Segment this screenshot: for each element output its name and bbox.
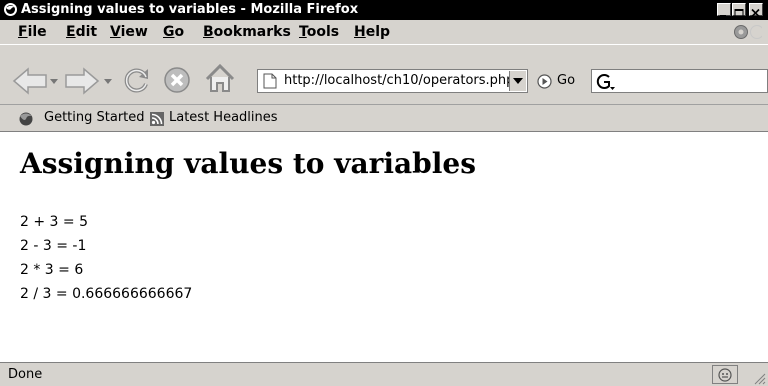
close-icon (751, 8, 760, 18)
back-dropdown-icon[interactable] (50, 77, 58, 85)
menu-file[interactable]: File (18, 24, 47, 40)
firefox-icon (19, 112, 33, 126)
rss-feed-icon (150, 112, 164, 126)
chevron-down-icon (513, 78, 523, 84)
go-icon[interactable] (537, 74, 552, 89)
close-button[interactable] (749, 3, 763, 18)
browser-window: Assigning values to variables - Mozilla … (0, 0, 768, 386)
menu-bar: File Edit View Go Bookmarks Tools Help (0, 20, 768, 44)
go-button[interactable]: Go (557, 73, 575, 89)
throbber-icon (734, 25, 762, 39)
result-addition: 2 + 3 = 5 (20, 214, 88, 230)
page-content: Assigning values to variables 2 + 3 = 5 … (0, 131, 768, 363)
page-icon (263, 73, 277, 89)
status-panel[interactable] (712, 365, 738, 384)
menu-go[interactable]: Go (163, 24, 184, 40)
results-list: 2 + 3 = 5 2 - 3 = -1 2 * 3 = 6 2 / 3 = 0… (20, 210, 192, 306)
url-bar[interactable]: http://localhost/ch10/operators.php (257, 69, 528, 93)
status-text: Done (8, 367, 43, 382)
page-heading: Assigning values to variables (20, 147, 476, 180)
title-bar[interactable]: Assigning values to variables - Mozilla … (0, 0, 768, 20)
url-history-dropdown[interactable] (509, 71, 526, 91)
search-input[interactable] (591, 69, 768, 93)
reload-icon[interactable] (122, 65, 152, 95)
forward-icon[interactable] (64, 67, 100, 95)
menu-tools[interactable]: Tools (299, 24, 339, 40)
result-subtraction: 2 - 3 = -1 (20, 238, 87, 254)
navigation-toolbar: http://localhost/ch10/operators.php Go (0, 44, 768, 103)
status-bar: Done (0, 362, 768, 386)
maximize-icon (734, 9, 744, 17)
menu-help[interactable]: Help (354, 24, 390, 40)
back-icon[interactable] (12, 67, 48, 95)
result-division: 2 / 3 = 0.666666666667 (20, 286, 193, 302)
menu-bookmarks[interactable]: Bookmarks (203, 24, 291, 40)
forward-dropdown-icon[interactable] (104, 77, 112, 85)
menu-edit[interactable]: Edit (66, 24, 97, 40)
window-title: Assigning values to variables - Mozilla … (21, 2, 359, 17)
home-icon[interactable] (204, 63, 236, 95)
stop-icon[interactable] (162, 65, 192, 95)
result-multiplication: 2 * 3 = 6 (20, 262, 84, 278)
menu-view[interactable]: View (110, 24, 148, 40)
minimize-button[interactable] (717, 3, 731, 17)
google-search-icon (596, 74, 615, 90)
minimize-icon (720, 15, 726, 17)
bookmark-latest-headlines[interactable]: Latest Headlines (169, 110, 278, 126)
resize-grip-icon[interactable] (752, 371, 766, 385)
bookmarks-toolbar: Getting Started Latest Headlines (0, 104, 768, 131)
url-input[interactable]: http://localhost/ch10/operators.php (284, 73, 514, 89)
bookmark-getting-started[interactable]: Getting Started (44, 110, 145, 126)
security-icon (718, 368, 732, 382)
firefox-icon (4, 3, 17, 16)
maximize-button[interactable] (732, 3, 746, 17)
